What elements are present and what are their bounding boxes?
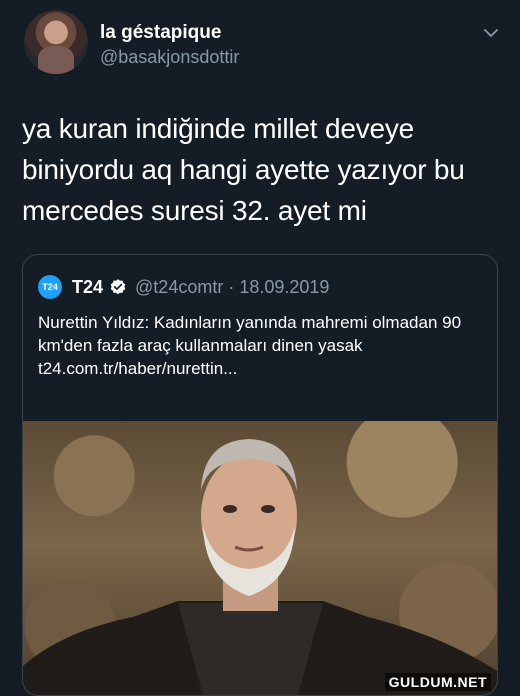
quoted-handle-date: @t24comtr · 18.09.2019 <box>135 276 330 297</box>
quoted-tweet-photo[interactable]: GULDUM.NET <box>23 421 497 695</box>
author-handle[interactable]: @basakjonsdottir <box>100 47 239 68</box>
quoted-tweet-card[interactable]: T24 T24 @t24comtr · 18.09.2019 Nurettin … <box>22 254 498 696</box>
author-display-name[interactable]: la géstapique <box>100 22 221 44</box>
quoted-tweet-body: Nurettin Yıldız: Kadınların yanında mahr… <box>38 311 488 380</box>
chevron-down-icon[interactable] <box>482 24 500 42</box>
tweet-text: ya kuran indiğinde millet deveye biniyor… <box>22 113 465 226</box>
quoted-tweet-header: T24 T24 @t24comtr · 18.09.2019 <box>38 275 329 299</box>
author-avatar[interactable] <box>24 10 88 74</box>
t24-logo-icon: T24 <box>38 275 62 299</box>
tweet-header: la géstapique @basakjonsdottir <box>24 10 500 78</box>
person-photo <box>23 439 497 695</box>
verified-badge-icon <box>110 279 126 295</box>
quoted-tweet-text: Nurettin Yıldız: Kadınların yanında mahr… <box>38 313 462 355</box>
quoted-tweet-link[interactable]: t24.com.tr/haber/nurettin... <box>38 357 488 380</box>
site-watermark: GULDUM.NET <box>384 673 491 691</box>
quoted-author-name[interactable]: T24 <box>72 277 103 298</box>
